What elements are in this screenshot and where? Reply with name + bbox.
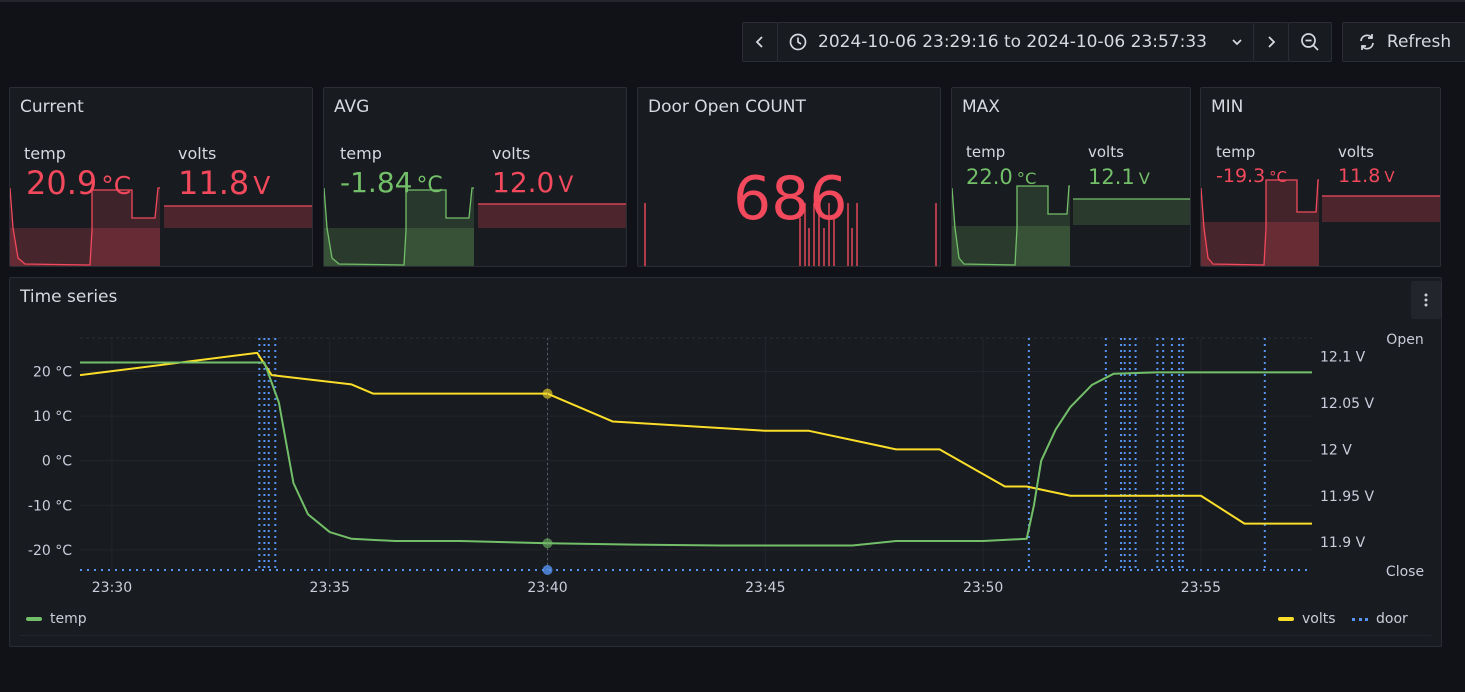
x-tick-label: 23:45 xyxy=(745,580,785,596)
clock-icon xyxy=(789,33,807,51)
time-range-label: 2024-10-06 23:29:16 to 2024-10-06 23:57:… xyxy=(818,32,1207,52)
chevron-down-icon xyxy=(1232,39,1242,46)
chevron-right-icon xyxy=(1268,36,1276,48)
x-tick-label: 23:40 xyxy=(527,580,567,596)
door-count-value: 686 xyxy=(733,164,848,234)
time-range-picker[interactable]: 2024-10-06 23:29:16 to 2024-10-06 23:57:… xyxy=(777,22,1254,62)
y-left-tick-label: 0 °C xyxy=(42,454,72,470)
x-tick-label: 23:30 xyxy=(92,580,132,596)
legend-swatch xyxy=(26,617,42,621)
door-hover-point xyxy=(542,565,553,575)
stat-panel-max[interactable]: MAX temp 22.0 °C volts 12.1 V xyxy=(951,87,1191,267)
legend-item-volts[interactable]: volts xyxy=(1278,611,1336,627)
x-tick-label: 23:50 xyxy=(963,580,1003,596)
temp-value: 20.9 °C xyxy=(26,164,132,202)
x-tick-label: 23:55 xyxy=(1181,580,1221,596)
volts-value: 11.8 V xyxy=(178,164,271,202)
volts-label: volts xyxy=(1088,143,1124,161)
temp-label: temp xyxy=(1216,143,1256,161)
timeseries-panel[interactable]: Time series 20 °C 10 °C 0 °C -10 °C -20 °C 12… xyxy=(9,277,1442,647)
legend-divider xyxy=(20,635,1431,636)
y-left-tick-label: 10 °C xyxy=(33,409,72,425)
y-left-tick-label: -10 °C xyxy=(28,498,72,514)
refresh-button[interactable]: Refresh xyxy=(1342,22,1465,62)
temp-hover-point xyxy=(542,538,553,549)
y-right-tick-label: 12 V xyxy=(1320,442,1352,458)
stat-panel-current[interactable]: Current temp 20.9 °C volts 11.8 V xyxy=(9,87,313,267)
time-forward-button[interactable] xyxy=(1253,22,1289,62)
timeseries-chart[interactable]: 20 °C 10 °C 0 °C -10 °C -20 °C 12.1 V 12.05 V 1… xyxy=(10,278,1441,646)
x-tick-label: 23:35 xyxy=(310,580,350,596)
stat-panel-min[interactable]: MIN temp -19.3 °C volts 11.8 V xyxy=(1200,87,1441,267)
legend-item-door[interactable]: door xyxy=(1352,611,1408,627)
temp-label: temp xyxy=(966,143,1006,161)
zoom-out-button[interactable] xyxy=(1288,22,1332,62)
legend-label: volts xyxy=(1302,611,1336,627)
temp-value: 22.0 °C xyxy=(966,165,1037,189)
legend-swatch xyxy=(1278,617,1294,621)
temp-label: temp xyxy=(340,144,382,163)
refresh-label: Refresh xyxy=(1386,32,1452,52)
refresh-icon xyxy=(1360,34,1374,50)
y-right-tick-label: 12.05 V xyxy=(1320,396,1375,412)
volts-hover-point xyxy=(542,388,553,399)
y-right-tick-label: 11.95 V xyxy=(1320,489,1375,505)
temp-label: temp xyxy=(24,144,66,163)
door-close-label: Close xyxy=(1386,564,1424,580)
door-open-label: Open xyxy=(1386,332,1423,348)
time-back-button[interactable] xyxy=(742,22,778,62)
temp-value: -19.3 °C xyxy=(1216,165,1287,187)
volts-value: 12.1 V xyxy=(1088,165,1150,189)
chevron-left-icon xyxy=(755,36,763,48)
volts-value: 12.0 V xyxy=(492,166,574,199)
legend-label: temp xyxy=(50,611,87,627)
legend-item-temp[interactable]: temp xyxy=(26,611,87,627)
volts-label: volts xyxy=(1338,143,1374,161)
volts-value: 11.8 V xyxy=(1338,165,1395,187)
y-left-tick-label: -20 °C xyxy=(28,543,72,559)
legend-swatch xyxy=(1352,617,1368,621)
y-right-tick-label: 12.1 V xyxy=(1320,350,1366,366)
y-left-tick-label: 20 °C xyxy=(33,364,72,380)
volts-label: volts xyxy=(178,144,217,163)
y-right-tick-label: 11.9 V xyxy=(1320,535,1366,551)
zoom-out-icon xyxy=(1301,33,1319,51)
stat-panel-door-count[interactable]: Door Open COUNT 686 xyxy=(637,87,941,267)
volts-series-line xyxy=(79,351,1312,525)
top-border xyxy=(0,0,1465,2)
stat-panel-avg[interactable]: AVG temp -1.84 °C volts 12.0 V xyxy=(323,87,627,267)
temp-value: -1.84 °C xyxy=(340,166,443,199)
legend-label: door xyxy=(1376,611,1408,627)
volts-label: volts xyxy=(492,144,531,163)
